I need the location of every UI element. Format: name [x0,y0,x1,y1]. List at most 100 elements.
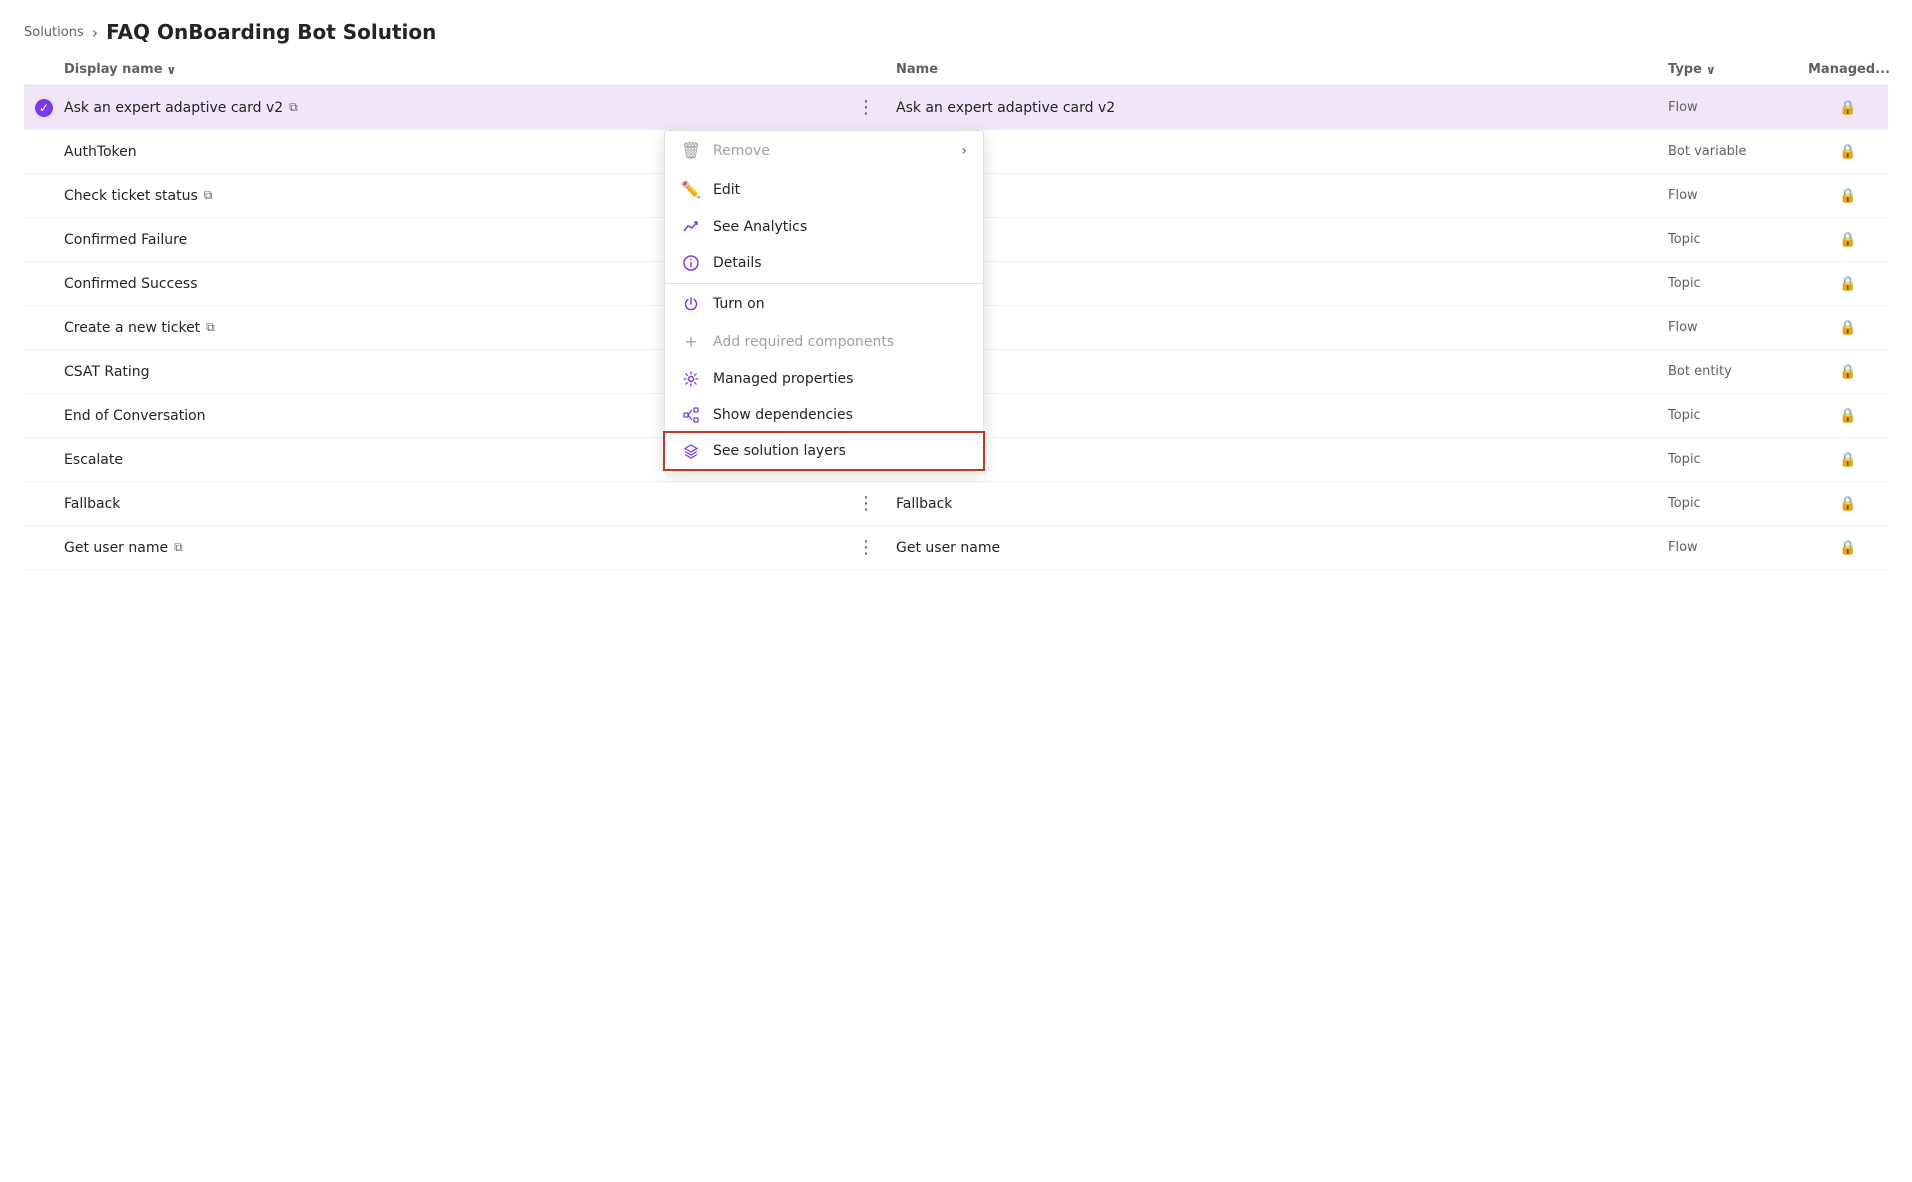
gear-icon [681,371,701,387]
row-type: Flow [1668,540,1808,555]
row-managed: 🔒 [1808,276,1888,292]
display-name-text: Escalate [64,452,123,468]
plus-icon: + [681,332,701,351]
power-icon [681,296,701,312]
external-link-icon[interactable]: ⧉ [174,540,183,555]
menu-item-solution-layers-label: See solution layers [713,443,967,459]
menu-item-show-dependencies-label: Show dependencies [713,407,967,423]
display-name-text: End of Conversation [64,408,206,424]
display-name-text: Confirmed Success [64,276,198,292]
pencil-icon: ✏️ [681,180,701,199]
menu-item-add-required[interactable]: + Add required components [665,322,983,361]
menu-item-remove-label: Remove [713,143,949,159]
type-sort-icon: ∨ [1706,63,1716,77]
display-name-text: Confirmed Failure [64,232,187,248]
menu-item-edit[interactable]: ✏️ Edit [665,170,983,209]
menu-item-details[interactable]: Details [665,245,983,281]
table-row[interactable]: ✓ Ask an expert adaptive card v2 ⧉ ⋮ Ask… [24,86,1888,130]
menu-item-turn-on[interactable]: Turn on [665,286,983,322]
row-name: Ask an expert adaptive card v2 [896,100,1668,116]
lock-icon: 🔒 [1839,540,1856,556]
display-name-text: Fallback [64,496,120,512]
row-managed: 🔒 [1808,452,1888,468]
dependencies-icon [681,407,701,423]
row-name: Fallback [896,496,1668,512]
menu-divider [665,283,983,284]
lock-icon: 🔒 [1839,188,1856,204]
lock-icon: 🔒 [1839,232,1856,248]
row-type: Flow [1668,188,1808,203]
lock-icon: 🔒 [1839,320,1856,336]
lock-icon: 🔒 [1839,100,1856,116]
row-managed: 🔒 [1808,100,1888,116]
menu-item-details-label: Details [713,255,967,271]
row-managed: 🔒 [1808,320,1888,336]
row-type: Topic [1668,496,1808,511]
external-link-icon[interactable]: ⧉ [204,188,213,203]
row-managed: 🔒 [1808,496,1888,512]
selected-indicator: ✓ [35,99,53,117]
row-type: Topic [1668,276,1808,291]
menu-item-remove[interactable]: 🗑 Remove › [665,131,983,170]
display-name-text: CSAT Rating [64,364,150,380]
menu-item-see-solution-layers[interactable]: See solution layers [665,433,983,469]
row-checkbox[interactable]: ✓ [24,99,64,117]
layers-icon [681,443,701,459]
chart-icon [681,219,701,235]
trash-icon: 🗑 [681,141,701,160]
row-managed: 🔒 [1808,188,1888,204]
row-display-name: Fallback [64,488,836,520]
row-type: Topic [1668,232,1808,247]
breadcrumb: Solutions › FAQ OnBoarding Bot Solution [0,0,1912,54]
row-type: Topic [1668,452,1808,467]
column-header-type[interactable]: Type ∨ [1668,62,1808,77]
row-type: Flow [1668,100,1808,115]
row-type: Flow [1668,320,1808,335]
table-row[interactable]: Fallback ⋮ Fallback Topic 🔒 [24,482,1888,526]
display-name-text: Create a new ticket [64,320,200,336]
display-name-text: Ask an expert adaptive card v2 [64,100,283,116]
breadcrumb-solutions-link[interactable]: Solutions [24,25,84,40]
lock-icon: 🔒 [1839,144,1856,160]
row-display-name: Get user name ⧉ [64,532,836,564]
row-managed: 🔒 [1808,408,1888,424]
external-link-icon[interactable]: ⧉ [289,100,298,115]
external-link-icon[interactable]: ⧉ [206,320,215,335]
menu-item-managed-properties-label: Managed properties [713,371,967,387]
row-type: Bot entity [1668,364,1808,379]
arrow-icon: › [961,143,967,159]
row-type: Bot variable [1668,144,1808,159]
row-managed: 🔒 [1808,144,1888,160]
breadcrumb-current-page: FAQ OnBoarding Bot Solution [106,20,436,44]
menu-item-add-required-label: Add required components [713,334,967,350]
table-row[interactable]: Get user name ⧉ ⋮ Get user name Flow 🔒 [24,526,1888,570]
menu-item-see-analytics[interactable]: See Analytics [665,209,983,245]
lock-icon: 🔒 [1839,408,1856,424]
column-header-display-name[interactable]: Display name ∨ [64,62,836,77]
row-name: Get user name [896,540,1668,556]
lock-icon: 🔒 [1839,364,1856,380]
more-options-button[interactable]: ⋮ [836,493,896,514]
display-name-sort-icon: ∨ [167,63,177,77]
display-name-text: AuthToken [64,144,137,160]
breadcrumb-separator: › [92,23,98,42]
menu-item-turn-on-label: Turn on [713,296,967,312]
table-header: Display name ∨ Name Type ∨ Managed... [24,54,1888,86]
column-header-name: Name [896,62,1668,77]
row-managed: 🔒 [1808,540,1888,556]
lock-icon: 🔒 [1839,452,1856,468]
row-managed: 🔒 [1808,232,1888,248]
info-icon [681,255,701,271]
context-menu: 🗑 Remove › ✏️ Edit See Analytics [664,130,984,470]
menu-item-managed-properties[interactable]: Managed properties [665,361,983,397]
column-header-managed: Managed... [1808,62,1888,77]
row-type: Topic [1668,408,1808,423]
check-icon: ✓ [39,101,49,115]
menu-item-analytics-label: See Analytics [713,219,967,235]
lock-icon: 🔒 [1839,496,1856,512]
menu-item-show-dependencies[interactable]: Show dependencies [665,397,983,433]
more-options-button[interactable]: ⋮ [836,97,896,118]
more-options-button[interactable]: ⋮ [836,537,896,558]
row-managed: 🔒 [1808,364,1888,380]
display-name-text: Get user name [64,540,168,556]
